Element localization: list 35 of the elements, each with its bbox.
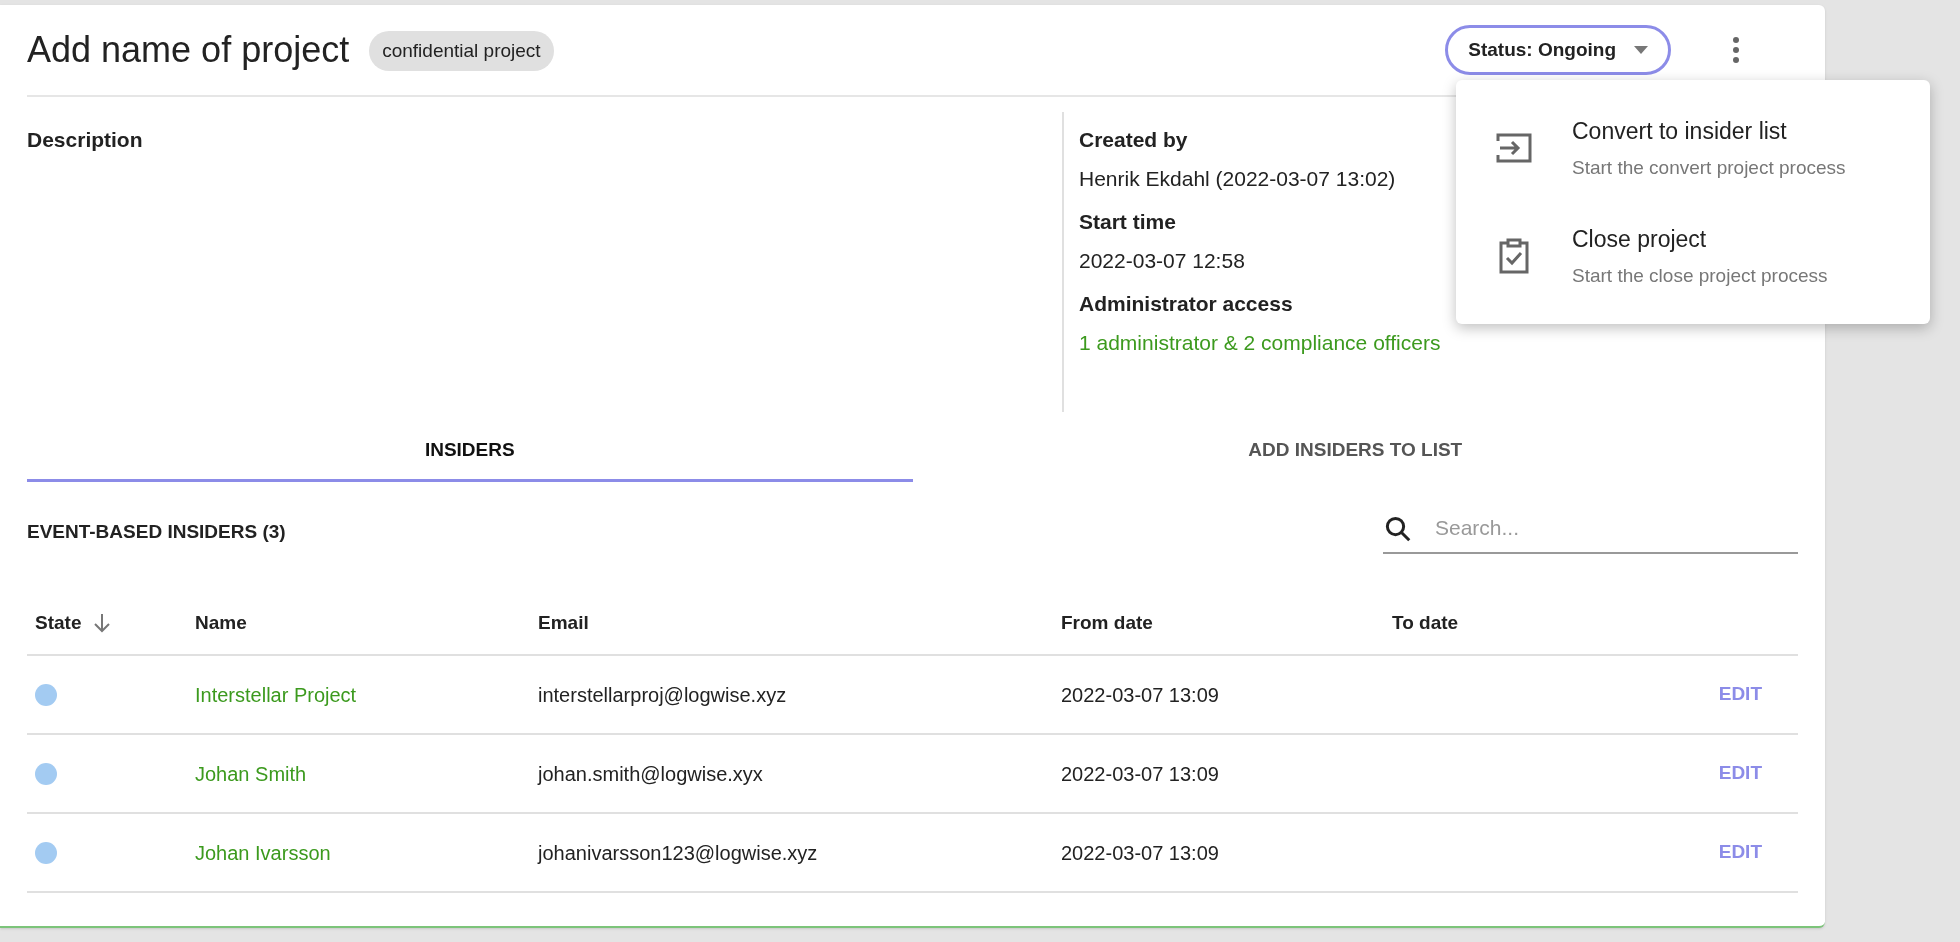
table-cell: interstellarproj@logwise.xyz <box>538 683 787 706</box>
confidential-tag: confidential project <box>369 30 554 72</box>
table-cell: johan.smith@logwise.xyx <box>538 762 763 785</box>
tab[interactable]: ADD INSIDERS TO LIST <box>912 422 1798 482</box>
status-dropdown[interactable]: Status: Ongoing <box>1445 25 1671 75</box>
column-header[interactable]: Name <box>195 608 247 638</box>
detail-label: Created by <box>1079 127 1189 153</box>
detail-label: Administrator access <box>1079 291 1294 317</box>
search-field[interactable]: Search... <box>1383 504 1798 554</box>
menu-item[interactable]: Close project Start the close project process <box>1456 202 1930 310</box>
table-cell: 2022-03-07 13:09 <box>1061 841 1219 864</box>
column-header[interactable]: To date <box>1392 608 1459 638</box>
clipboard-check-icon <box>1499 238 1529 274</box>
arrow-into-box-icon <box>1496 133 1532 163</box>
caret-icon <box>1634 46 1648 54</box>
section-title: EVENT-BASED INSIDERS (3) <box>27 519 286 544</box>
column-header[interactable]: Email <box>538 608 589 638</box>
tab[interactable]: INSIDERS <box>27 422 913 482</box>
insider-name-link[interactable]: Johan Ivarsson <box>195 841 331 864</box>
search-icon <box>1383 514 1413 544</box>
detail-value: Henrik Ekdahl (2022-03-07 13:02) <box>1079 165 1397 192</box>
table-cell: 2022-03-07 13:09 <box>1061 762 1219 785</box>
description-label: Description <box>27 127 144 153</box>
detail-link[interactable]: 1 administrator & 2 compliance officers <box>1079 326 1441 358</box>
detail-label: Start time <box>1079 209 1177 235</box>
column-header[interactable]: State <box>35 608 82 638</box>
column-header[interactable]: From date <box>1061 608 1153 638</box>
sort-arrow-icon[interactable] <box>93 613 112 633</box>
menu-item[interactable]: Convert to insider list Start the convert project process <box>1456 94 1930 202</box>
table-cell: johanivarsson123@logwise.xyz <box>538 841 818 864</box>
detail-value: 2022-03-07 12:58 <box>1079 247 1246 274</box>
insider-name-link[interactable]: Johan Smith <box>195 762 307 785</box>
insider-name-link[interactable]: Interstellar Project <box>195 683 357 706</box>
project-title: Add name of project <box>27 32 350 68</box>
table-cell: 2022-03-07 13:09 <box>1061 683 1219 706</box>
